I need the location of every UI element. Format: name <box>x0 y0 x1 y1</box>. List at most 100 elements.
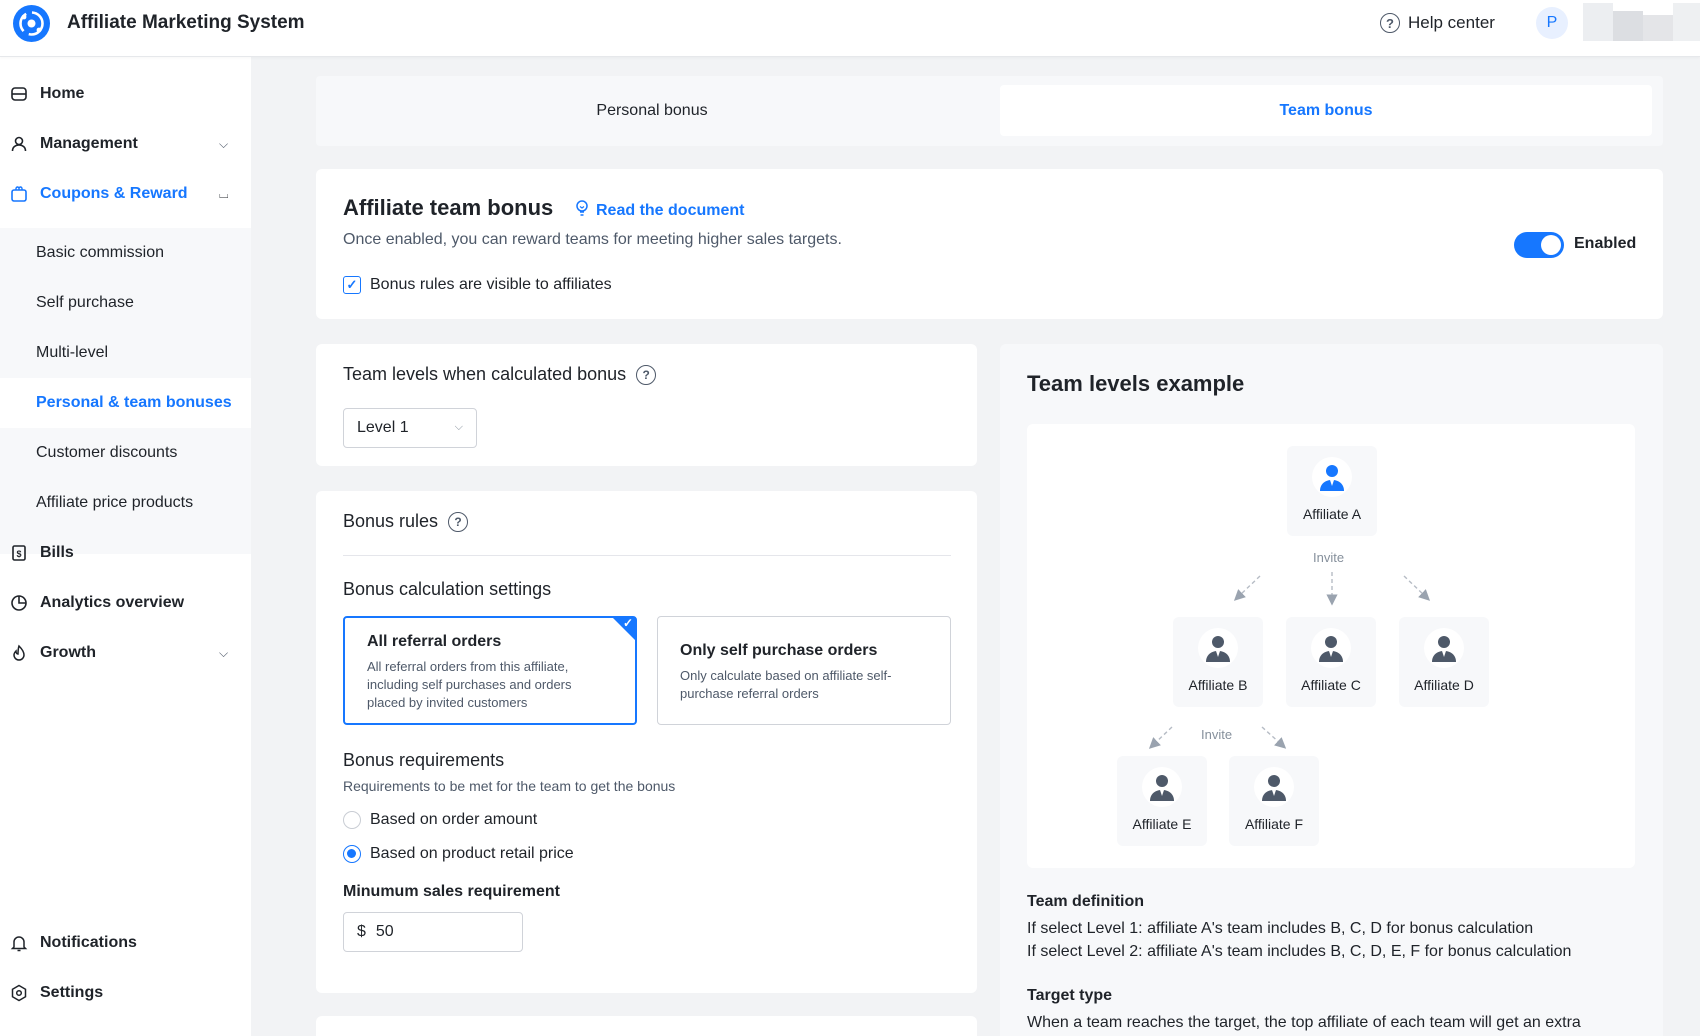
team-level-select[interactable]: Level 1 ⌵ <box>343 408 477 448</box>
radio-order-amount[interactable]: Based on order amount <box>343 811 537 829</box>
tab-personal-bonus[interactable]: Personal bonus <box>316 85 988 136</box>
sub-label: Multi-level <box>36 344 109 361</box>
sub-label: Personal & team bonuses <box>36 394 232 411</box>
node-affiliate-f: Affiliate F <box>1229 756 1319 846</box>
help-center-link[interactable]: ? Help center <box>1380 13 1495 33</box>
sidebar-sub-self-purchase[interactable]: Self purchase <box>0 278 251 328</box>
node-label: Affiliate C <box>1301 677 1361 693</box>
option-description: Only calculate based on affiliate self-p… <box>680 668 892 701</box>
growth-icon <box>10 644 28 662</box>
visible-to-affiliates-checkbox[interactable]: ✓ Bonus rules are visible to affiliates <box>343 276 612 294</box>
option-all-referral-orders[interactable]: ✓ All referral orders All referral order… <box>343 616 637 725</box>
bell-icon <box>10 934 28 952</box>
enabled-toggle[interactable] <box>1514 232 1564 258</box>
min-sales-value: 50 <box>375 923 394 940</box>
node-label: Affiliate A <box>1302 506 1362 522</box>
node-label: Affiliate B <box>1188 677 1248 693</box>
sidebar: Home Management ⌵ Coupons & Reward ⌴ Bas… <box>0 57 251 1036</box>
option-title: Only self purchase orders <box>680 642 878 659</box>
bonus-tabs: Personal bonus Team bonus <box>316 76 1663 146</box>
team-levels-card: Team levels when calculated bonus ? Leve… <box>316 344 977 466</box>
invite-label: Invite <box>1201 727 1233 742</box>
help-icon: ? <box>1380 13 1400 33</box>
example-title: Team levels example <box>1027 371 1245 396</box>
tab-team-bonus[interactable]: Team bonus <box>1000 85 1652 136</box>
node-affiliate-a: Affiliate A <box>1287 446 1377 536</box>
next-card <box>316 1016 977 1036</box>
person-icon <box>1254 767 1294 807</box>
person-icon <box>1198 628 1238 668</box>
svg-text:$: $ <box>16 549 21 559</box>
team-bonus-card: Affiliate team bonus Read the document O… <box>316 169 1663 319</box>
sidebar-sub-basic-commission[interactable]: Basic commission <box>0 228 251 278</box>
avatar[interactable]: P <box>1536 7 1568 39</box>
option-title: All referral orders <box>367 633 502 650</box>
sidebar-item-management[interactable]: Management ⌵ <box>0 119 251 169</box>
sidebar-item-growth[interactable]: Growth ⌵ <box>0 628 251 678</box>
radio-label: Based on product retail price <box>370 845 574 862</box>
sidebar-item-coupons-reward[interactable]: Coupons & Reward ⌴ <box>0 169 251 219</box>
team-definition-line: If select Level 1: affiliate A's team in… <box>1027 920 1534 937</box>
question-icon[interactable]: ? <box>636 364 657 385</box>
chevron-up-icon: ⌴ <box>219 186 229 201</box>
option-self-purchase-orders[interactable]: Only self purchase orders Only calculate… <box>657 616 951 725</box>
top-header: Affiliate Marketing System ? Help center… <box>0 0 1700 57</box>
bill-icon: $ <box>10 544 28 562</box>
node-label: Affiliate D <box>1414 677 1474 693</box>
target-type-title: Target type <box>1027 987 1113 1004</box>
calc-settings-title: Bonus calculation settings <box>343 579 552 599</box>
read-document-label: Read the document <box>596 201 745 219</box>
sidebar-item-bills[interactable]: $ Bills <box>0 528 251 578</box>
sidebar-label-coupons-reward: Coupons & Reward <box>40 185 188 202</box>
sub-label: Self purchase <box>36 294 134 311</box>
invite-label: Invite <box>1313 550 1345 565</box>
team-levels-title: Team levels when calculated bonus <box>343 364 627 384</box>
node-label: Affiliate E <box>1132 816 1192 832</box>
min-sales-input[interactable]: $ 50 <box>343 912 523 952</box>
node-affiliate-c: Affiliate C <box>1286 617 1376 707</box>
sidebar-item-analytics[interactable]: Analytics overview <box>0 578 251 628</box>
home-icon <box>10 85 28 103</box>
sidebar-label-growth: Growth <box>40 644 96 661</box>
help-center-label: Help center <box>1408 13 1495 32</box>
card-title: Affiliate team bonus <box>343 195 554 220</box>
bonus-rules-title: Bonus rules <box>343 511 439 531</box>
currency-symbol: $ <box>357 923 366 940</box>
sidebar-sub-affiliate-price-products[interactable]: Affiliate price products <box>0 478 251 528</box>
radio-product-retail-price[interactable]: Based on product retail price <box>343 845 574 863</box>
person-icon <box>1142 767 1182 807</box>
sub-label: Basic commission <box>36 244 165 261</box>
app-title: Affiliate Marketing System <box>67 12 305 33</box>
person-icon <box>1424 628 1464 668</box>
radio-checked-icon <box>343 845 361 863</box>
person-icon <box>1312 457 1352 497</box>
sidebar-item-home[interactable]: Home <box>0 69 251 119</box>
team-tree-diagram: Affiliate A Invite Affiliate B Affiliate… <box>1027 424 1635 868</box>
sidebar-sub-customer-discounts[interactable]: Customer discounts <box>0 428 251 478</box>
read-document-link[interactable]: Read the document <box>574 199 744 222</box>
radio-label: Based on order amount <box>370 811 538 828</box>
node-affiliate-e: Affiliate E <box>1117 756 1207 846</box>
sub-label: Customer discounts <box>36 444 178 461</box>
checkbox-checked-icon: ✓ <box>343 276 361 294</box>
option-description: All referral orders from this affiliate,… <box>367 659 572 710</box>
question-icon[interactable]: ? <box>448 511 469 532</box>
sidebar-item-notifications[interactable]: Notifications <box>0 918 251 968</box>
card-description: Once enabled, you can reward teams for m… <box>343 231 842 248</box>
chevron-down-icon: ⌵ <box>454 421 463 433</box>
node-label: Affiliate F <box>1244 816 1304 832</box>
sidebar-sub-multi-level[interactable]: Multi-level <box>0 328 251 378</box>
sidebar-item-settings[interactable]: Settings <box>0 968 251 1018</box>
bonus-rules-card: Bonus rules ? Bonus calculation settings… <box>316 491 977 993</box>
bulb-icon <box>574 199 590 222</box>
team-levels-example-card: Team levels example Affiliate A Invite A… <box>1000 344 1663 1036</box>
gift-icon <box>10 185 28 203</box>
divider <box>343 555 951 556</box>
chart-icon <box>10 594 28 612</box>
sidebar-sub-personal-team-bonuses[interactable]: Personal & team bonuses <box>0 378 251 428</box>
settings-icon <box>10 984 28 1002</box>
requirements-title: Bonus requirements <box>343 750 505 770</box>
sidebar-label-notifications: Notifications <box>40 934 137 951</box>
team-definition-title: Team definition <box>1027 893 1145 910</box>
bonus-rules-title-row: Bonus rules ? <box>343 511 469 532</box>
